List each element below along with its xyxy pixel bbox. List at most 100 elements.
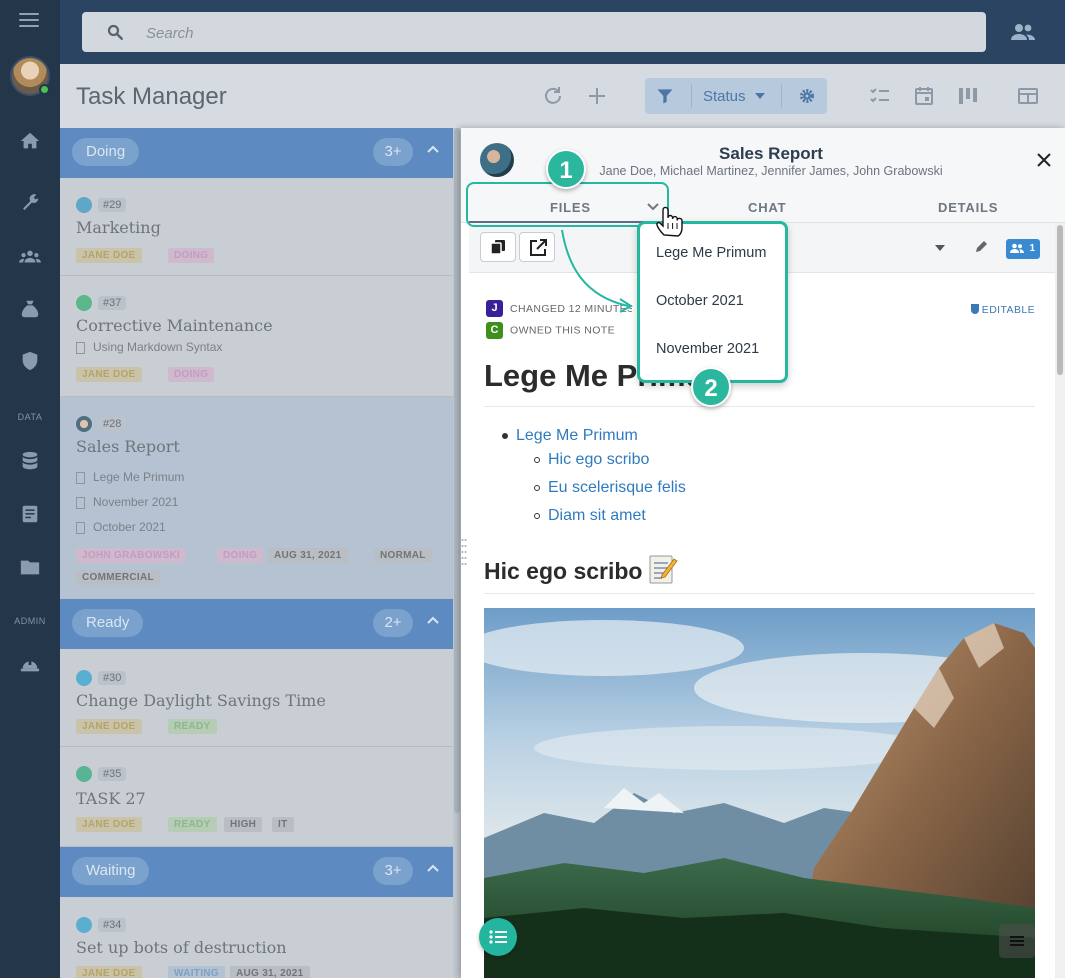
assignee-tag: JANE DOE: [76, 719, 142, 734]
task-card[interactable]: #34 Set up bots of destruction JANE DOE …: [60, 897, 453, 978]
people-icon[interactable]: [1010, 22, 1036, 42]
table-view-icon[interactable]: [1016, 84, 1040, 108]
shield-icon[interactable]: [19, 350, 41, 372]
filter-icon[interactable]: [655, 86, 675, 106]
note-link[interactable]: Eu scelerisque felis: [548, 479, 686, 497]
copy-icon: [490, 240, 505, 255]
annotation-step-2: 2: [691, 367, 731, 407]
database-icon[interactable]: [19, 450, 41, 472]
attached-note[interactable]: Using Markdown Syntax: [76, 340, 222, 354]
search-box[interactable]: [82, 12, 986, 52]
user-avatar[interactable]: [10, 56, 50, 96]
open-external-button[interactable]: [519, 232, 555, 262]
document-icon: [76, 341, 85, 354]
attached-note[interactable]: November 2021: [76, 495, 178, 509]
panel-scrollbar[interactable]: [1055, 223, 1065, 978]
note-link[interactable]: Hic ego scribo: [548, 451, 649, 469]
task-title: Change Daylight Savings Time: [76, 691, 326, 710]
wrench-icon[interactable]: [19, 192, 41, 214]
pencil-icon[interactable]: [974, 240, 988, 254]
task-title: Corrective Maintenance: [76, 316, 273, 335]
people-icon: [1010, 243, 1024, 253]
dropdown-item[interactable]: Lege Me Primum: [656, 245, 766, 261]
status-filter-dropdown[interactable]: Status: [703, 88, 746, 105]
assignee-tag: JANE DOE: [76, 367, 142, 382]
notes-icon[interactable]: [19, 503, 41, 525]
task-card[interactable]: #29 Marketing JANE DOE DOING: [60, 178, 453, 276]
group-header-ready[interactable]: Ready 2+: [60, 599, 453, 649]
assignee-tag: JOHN GRABOWSKI: [76, 548, 187, 563]
chevron-up-icon[interactable]: [427, 864, 439, 872]
avatar: [76, 916, 92, 933]
chevron-up-icon[interactable]: [427, 616, 439, 624]
note-link[interactable]: Lege Me Primum: [516, 427, 638, 445]
caret-down-icon[interactable]: [935, 245, 945, 251]
dropdown-item[interactable]: October 2021: [656, 293, 744, 309]
task-number: #34: [98, 917, 127, 932]
group-label: Doing: [72, 138, 140, 166]
status-tag: DOING: [168, 248, 215, 263]
task-card[interactable]: #35 TASK 27 JANE DOE READY HIGH IT: [60, 747, 453, 847]
user-initial: J: [486, 300, 503, 317]
hard-hat-icon[interactable]: [19, 654, 41, 676]
note-link[interactable]: Diam sit amet: [548, 507, 646, 525]
priority-tag: HIGH: [224, 817, 263, 832]
top-bar: [60, 0, 1065, 64]
avatar: [76, 294, 92, 311]
dropdown-item[interactable]: November 2021: [656, 341, 759, 357]
folder-icon[interactable]: [19, 556, 41, 578]
category-tag: COMMERCIAL: [76, 570, 160, 585]
group-header-doing[interactable]: Doing 3+: [60, 128, 453, 178]
scrollbar-thumb[interactable]: [454, 128, 460, 813]
task-title: Marketing: [76, 218, 161, 237]
document-icon: [76, 471, 85, 484]
team-icon[interactable]: [19, 246, 41, 268]
task-number: #35: [98, 766, 127, 781]
task-title: Set up bots of destruction: [76, 938, 287, 957]
status-tag: READY: [168, 719, 217, 734]
list-bullet: [534, 485, 540, 491]
search-input[interactable]: [146, 22, 946, 44]
tab-chat[interactable]: CHAT: [748, 200, 786, 215]
attached-note[interactable]: Lege Me Primum: [76, 470, 184, 484]
task-number: #37: [98, 295, 127, 310]
chevron-up-icon[interactable]: [427, 145, 439, 153]
task-card-selected[interactable]: #28 Sales Report Lege Me Primum November…: [60, 397, 453, 599]
annotation-arrow-icon: [561, 229, 633, 313]
task-card[interactable]: #30 Change Daylight Savings Time JANE DO…: [60, 649, 453, 747]
assignee-tag: JANE DOE: [76, 248, 142, 263]
section-label-admin: ADMIN: [14, 616, 46, 626]
close-icon[interactable]: [1035, 151, 1053, 169]
filter-group: Status: [645, 78, 827, 114]
table-of-contents-button[interactable]: [479, 918, 517, 956]
refresh-icon[interactable]: [541, 84, 565, 108]
menu-button[interactable]: [999, 924, 1035, 958]
category-tag: IT: [272, 817, 294, 832]
money-bag-icon[interactable]: [19, 298, 41, 320]
task-card[interactable]: #37 Corrective Maintenance Using Markdow…: [60, 276, 453, 397]
members-badge[interactable]: 1: [1006, 239, 1040, 259]
group-header-waiting[interactable]: Waiting 3+: [60, 847, 453, 897]
list-icon: [489, 930, 507, 944]
resize-handle-icon[interactable]: [461, 537, 467, 567]
scrollbar-thumb[interactable]: [1057, 225, 1063, 375]
gear-icon[interactable]: [799, 88, 815, 104]
add-icon[interactable]: [585, 84, 609, 108]
attached-note[interactable]: October 2021: [76, 520, 166, 534]
copy-button[interactable]: [480, 232, 516, 262]
avatar: [76, 415, 92, 432]
checklist-icon[interactable]: [868, 84, 892, 108]
document-icon: [76, 521, 85, 534]
kanban-icon[interactable]: [956, 84, 980, 108]
group-count: 2+: [373, 609, 413, 637]
home-icon[interactable]: [19, 130, 41, 152]
annotation-step-1: 1: [546, 149, 586, 189]
avatar: [76, 765, 92, 782]
tab-details[interactable]: DETAILS: [938, 200, 998, 215]
board-scrollbar[interactable]: [453, 128, 461, 978]
due-date-tag: AUG 31, 2021: [268, 548, 348, 563]
calendar-icon[interactable]: [912, 84, 936, 108]
menu-icon[interactable]: [19, 13, 39, 29]
group-count: 3+: [373, 138, 413, 166]
divider: [781, 84, 782, 108]
